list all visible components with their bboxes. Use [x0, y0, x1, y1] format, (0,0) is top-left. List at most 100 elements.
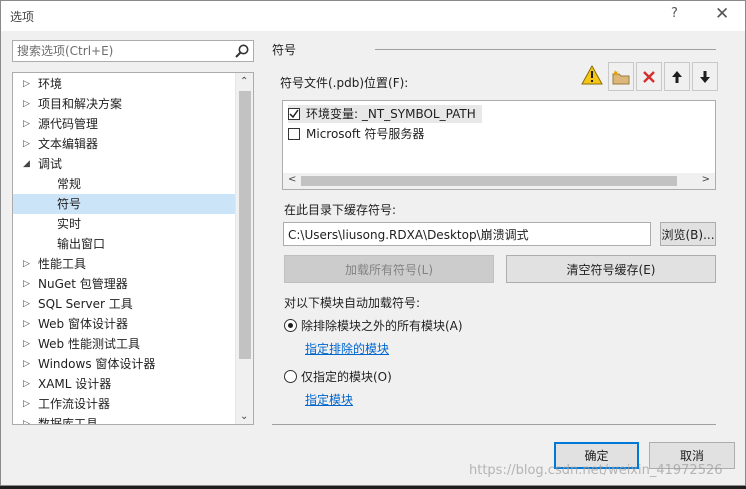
radio-all-modules[interactable]: 除排除模块之外的所有模块(A): [284, 318, 463, 334]
tree-item-label: 文本编辑器: [38, 137, 99, 151]
warning-icon: [581, 65, 603, 85]
tree-item[interactable]: ▷ 工作流设计器: [13, 394, 235, 414]
tree-item-label: 性能工具: [38, 257, 87, 271]
tree-item-label: 工作流设计器: [38, 397, 111, 411]
hscroll-thumb[interactable]: [301, 176, 677, 186]
watermark-text: https://blog.csdn.net/weixin_41972526: [469, 463, 723, 478]
collapsed-arrow-icon[interactable]: ▷: [23, 394, 30, 414]
search-icon[interactable]: [234, 43, 250, 59]
tree-item-label: SQL Server 工具: [38, 297, 133, 311]
scroll-right-icon[interactable]: >: [702, 174, 710, 185]
tree-item-label: 源代码管理: [38, 117, 99, 131]
collapsed-arrow-icon[interactable]: ▷: [23, 94, 30, 114]
move-down-button[interactable]: [692, 62, 718, 91]
collapsed-arrow-icon[interactable]: ▷: [23, 334, 30, 354]
delete-icon: [643, 70, 655, 83]
tree-item[interactable]: ▷ SQL Server 工具: [13, 294, 235, 314]
radio-all-label: 除排除模块之外的所有模块(A): [301, 319, 463, 333]
tree-item[interactable]: ▷ 文本编辑器: [13, 134, 235, 154]
tree-item[interactable]: 符号: [13, 194, 235, 214]
tree-item[interactable]: 输出窗口: [13, 234, 235, 254]
search-input[interactable]: [13, 41, 223, 61]
collapsed-arrow-icon[interactable]: ▷: [23, 274, 30, 294]
window-title: 选项: [10, 10, 35, 24]
tree-item[interactable]: ▷ XAML 设计器: [13, 374, 235, 394]
radio-unselected-icon[interactable]: [284, 370, 297, 383]
tree-item-label: 常规: [57, 177, 82, 191]
radio-only-label: 仅指定的模块(O): [301, 370, 392, 384]
browse-button[interactable]: 浏览(B)...: [660, 222, 716, 246]
collapsed-arrow-icon[interactable]: ▷: [23, 354, 30, 374]
collapsed-arrow-icon[interactable]: ▷: [23, 254, 30, 274]
collapsed-arrow-icon[interactable]: ▷: [23, 74, 30, 94]
clear-cache-button[interactable]: 清空符号缓存(E): [506, 255, 716, 283]
options-tree: ▷ 环境 ▷ 项目和解决方案 ▷ 源代码管理 ▷ 文本编辑器 ◢ 调试 常规 符号 实时 输出窗口 ▷ 性能工…: [12, 72, 254, 425]
exclude-modules-link[interactable]: 指定排除的模块: [305, 340, 389, 357]
move-up-button[interactable]: [664, 62, 690, 91]
tree-item[interactable]: ◢ 调试: [13, 154, 235, 174]
search-box: [12, 40, 254, 62]
tree-item-label: Web 窗体设计器: [38, 317, 128, 331]
autoload-label: 对以下模块自动加载符号:: [284, 296, 421, 310]
cache-dir-input[interactable]: [283, 222, 651, 246]
tree-item[interactable]: ▷ Web 性能测试工具: [13, 334, 235, 354]
tree-item-label: 输出窗口: [57, 237, 106, 251]
tree-item[interactable]: ▷ 性能工具: [13, 254, 235, 274]
location-checkbox[interactable]: [288, 128, 300, 140]
scroll-left-icon[interactable]: <: [288, 174, 296, 185]
collapsed-arrow-icon[interactable]: ▷: [23, 374, 30, 394]
tree-item[interactable]: ▷ 数据库工具: [13, 414, 235, 425]
list-item[interactable]: 环境变量: _NT_SYMBOL_PATH: [288, 105, 482, 123]
tree-scrollbar[interactable]: ⌃ ⌄: [235, 73, 253, 424]
expanded-arrow-icon[interactable]: ◢: [23, 154, 30, 174]
page-title: 符号: [272, 43, 297, 57]
scroll-down-icon[interactable]: ⌄: [240, 411, 248, 422]
tree-item[interactable]: ▷ Web 窗体设计器: [13, 314, 235, 334]
tree-item-label: 实时: [57, 217, 82, 231]
collapsed-arrow-icon[interactable]: ▷: [23, 294, 30, 314]
tree-item-label: 环境: [38, 77, 63, 91]
title-bar: 选项 ? ✕: [1, 1, 745, 31]
symbol-locations-list: 环境变量: _NT_SYMBOL_PATH Microsoft 符号服务器 < …: [282, 100, 716, 190]
help-button[interactable]: ?: [671, 6, 678, 21]
scroll-thumb[interactable]: [239, 91, 251, 359]
close-button[interactable]: ✕: [715, 4, 729, 24]
tree-item[interactable]: 常规: [13, 174, 235, 194]
tree-item-label: 数据库工具: [38, 417, 99, 425]
new-folder-icon: [612, 69, 630, 84]
location-checkbox[interactable]: [288, 108, 300, 120]
collapsed-arrow-icon[interactable]: ▷: [23, 134, 30, 154]
tree-item-label: Windows 窗体设计器: [38, 357, 156, 371]
tree-item[interactable]: ▷ NuGet 包管理器: [13, 274, 235, 294]
new-location-button[interactable]: [608, 62, 634, 91]
collapsed-arrow-icon[interactable]: ▷: [23, 314, 30, 334]
tree-item[interactable]: 实时: [13, 214, 235, 234]
tree-item[interactable]: ▷ 项目和解决方案: [13, 94, 235, 114]
radio-selected-icon[interactable]: [284, 319, 297, 332]
options-dialog: 选项 ? ✕ ▷环境▷项目和解决方案▷源代码管理▷文本编辑器◢调试常规符号实时输…: [0, 0, 746, 486]
symbol-paths-label: 符号文件(.pdb)位置(F):: [280, 76, 409, 90]
tree-item[interactable]: ▷ 源代码管理: [13, 114, 235, 134]
arrow-down-icon: [700, 70, 710, 83]
arrow-up-icon: [672, 70, 682, 83]
tree-item-label: XAML 设计器: [38, 377, 112, 391]
footer-divider: [272, 424, 716, 425]
tree-item[interactable]: ▷ Windows 窗体设计器: [13, 354, 235, 374]
collapsed-arrow-icon[interactable]: ▷: [23, 414, 30, 424]
tree-item[interactable]: ▷ 环境: [13, 74, 235, 94]
tree-item-label: 调试: [38, 157, 63, 171]
tree-item-label: Web 性能测试工具: [38, 337, 140, 351]
remove-location-button[interactable]: [636, 62, 662, 91]
location-label: Microsoft 符号服务器: [306, 127, 425, 141]
list-hscrollbar[interactable]: < >: [283, 173, 715, 189]
cache-dir-label: 在此目录下缓存符号:: [284, 203, 397, 217]
location-label: 环境变量: _NT_SYMBOL_PATH: [306, 107, 476, 121]
load-all-symbols-button[interactable]: 加载所有符号(L): [284, 255, 494, 283]
scroll-up-icon[interactable]: ⌃: [240, 76, 248, 87]
list-item[interactable]: Microsoft 符号服务器: [288, 125, 430, 143]
collapsed-arrow-icon[interactable]: ▷: [23, 114, 30, 134]
include-modules-link[interactable]: 指定模块: [305, 391, 353, 408]
tree-item-label: 符号: [57, 197, 82, 211]
radio-only-specified[interactable]: 仅指定的模块(O): [284, 369, 392, 385]
tree-item-label: NuGet 包管理器: [38, 277, 128, 291]
